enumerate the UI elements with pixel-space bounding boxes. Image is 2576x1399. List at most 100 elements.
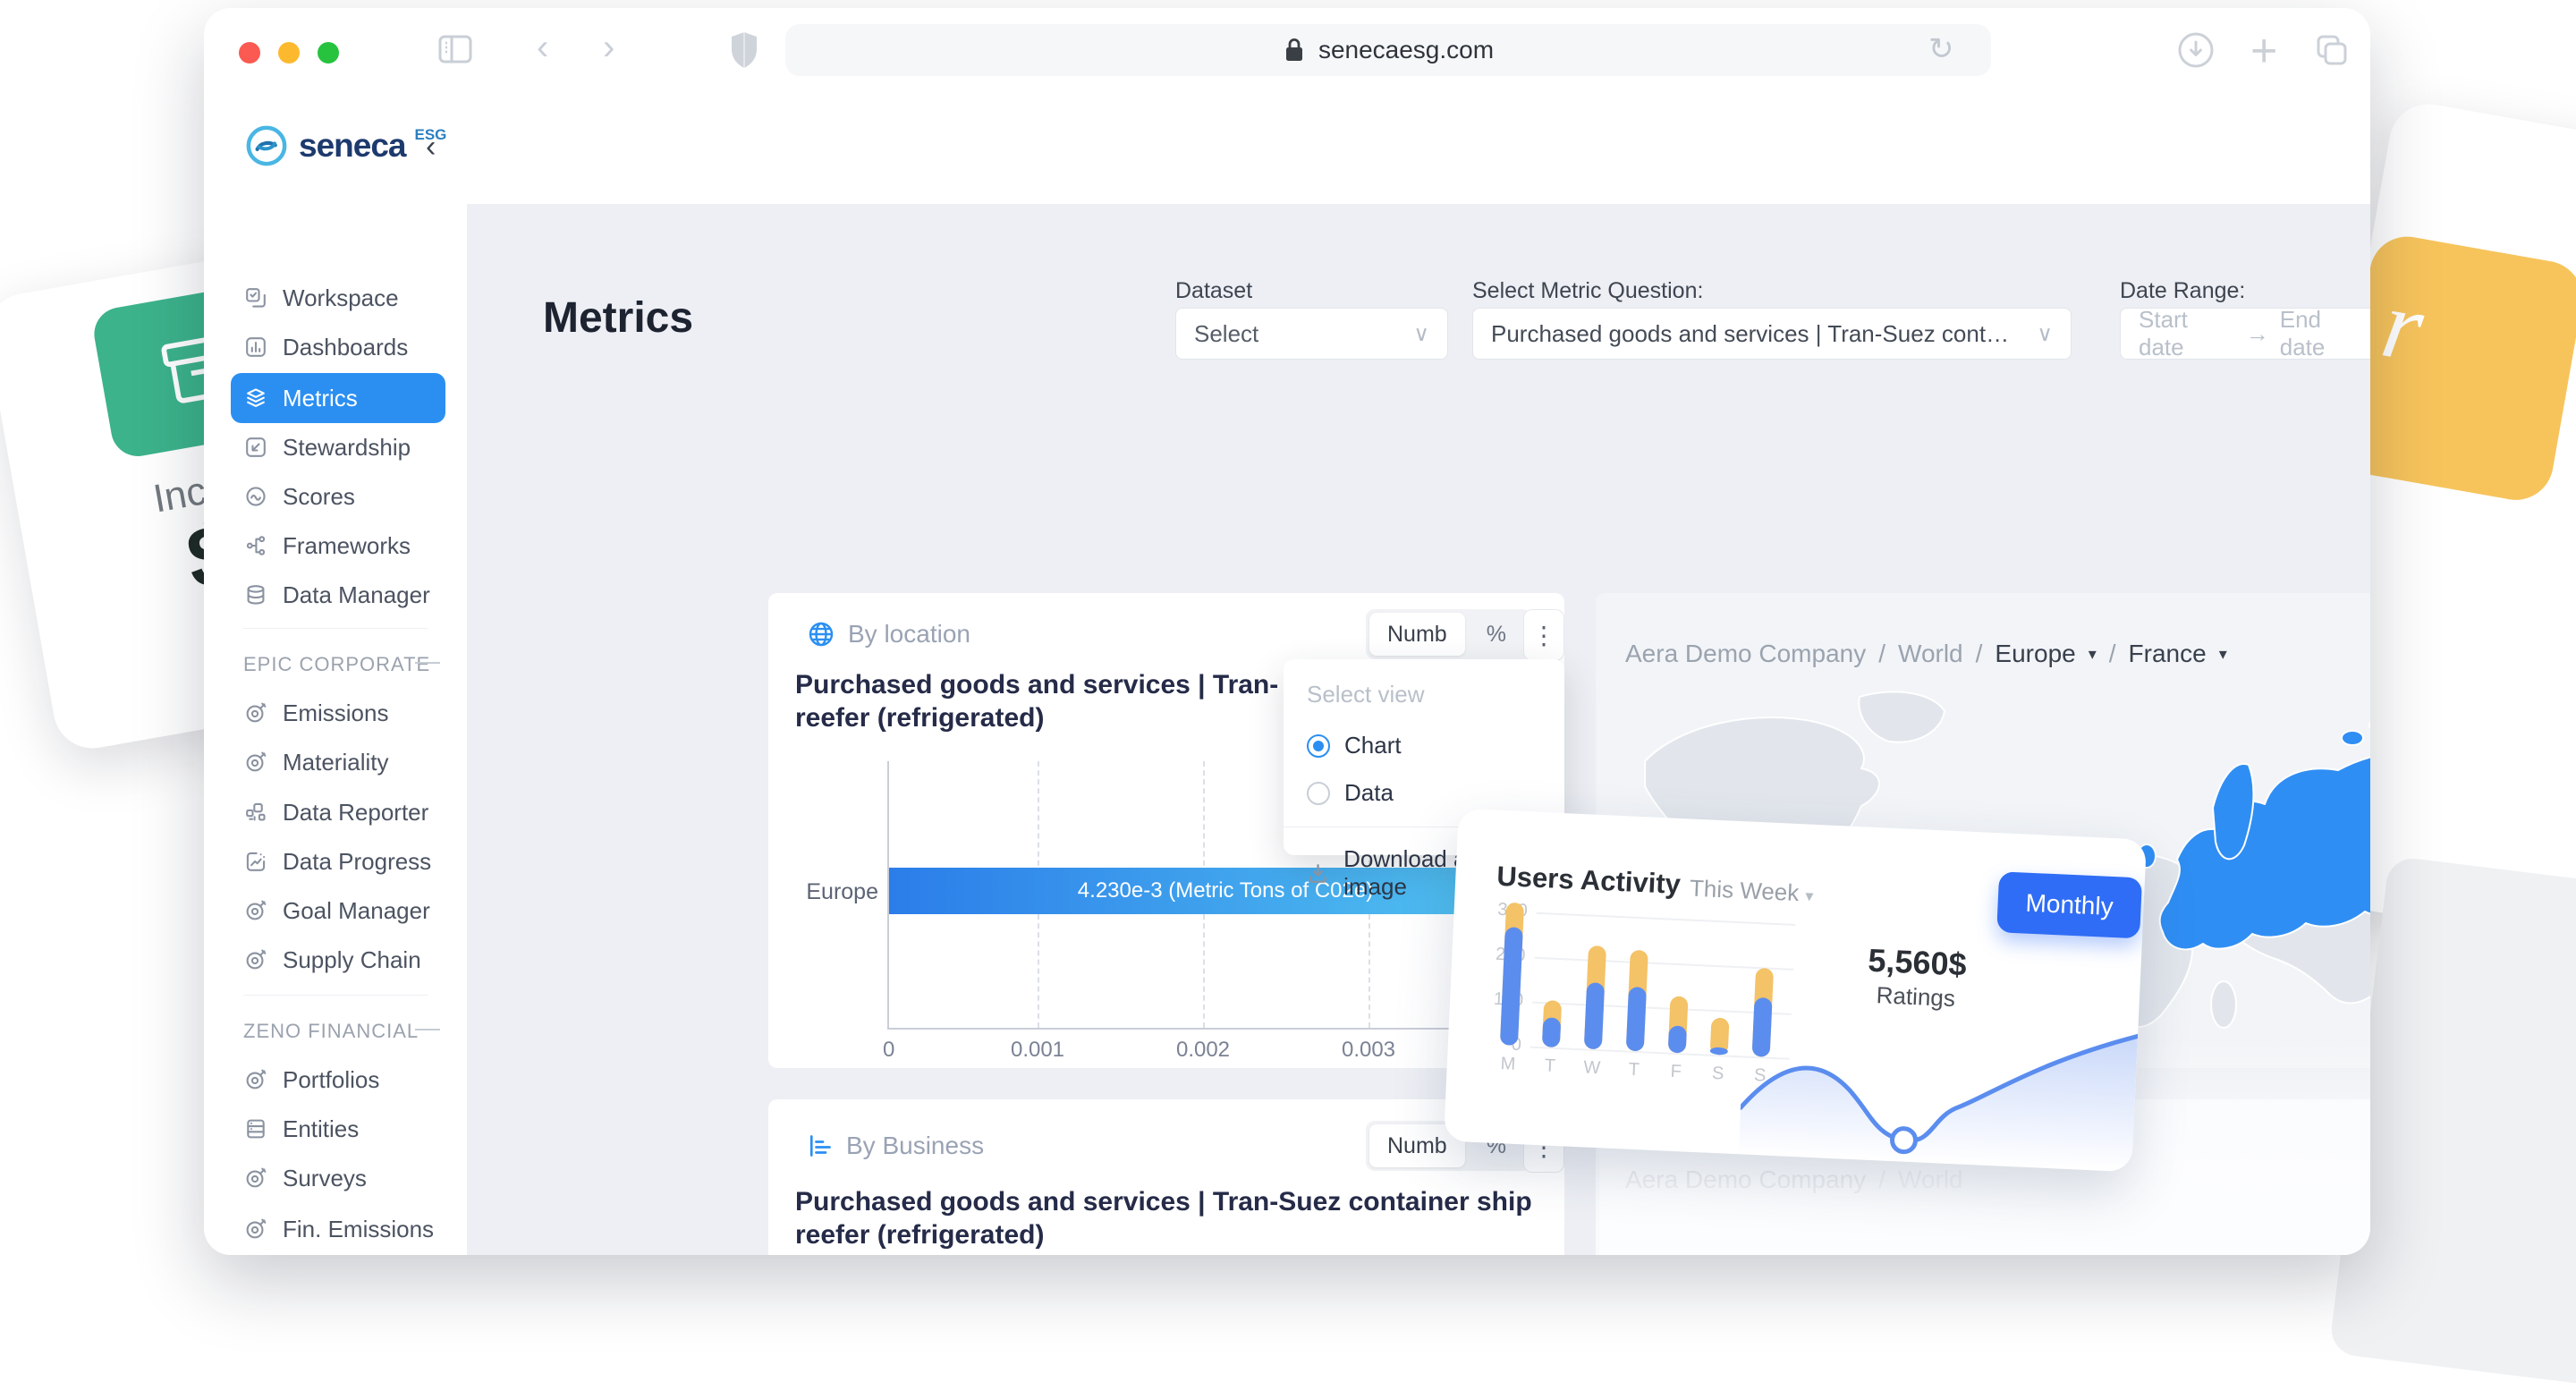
entities-icon: [243, 1116, 268, 1141]
new-tab-icon[interactable]: +: [2250, 24, 2277, 78]
target-icon: [243, 1166, 268, 1191]
sidebar-item-fin-emissions[interactable]: Fin. Emissions: [231, 1204, 445, 1254]
sidebar-item-materiality[interactable]: Materiality: [231, 737, 445, 787]
sidebar-item-label: Portfolios: [283, 1066, 379, 1094]
monthly-button[interactable]: Monthly: [1996, 871, 2142, 938]
downloads-icon[interactable]: [2177, 31, 2215, 69]
page-title: Metrics: [543, 293, 693, 343]
panel-menu-button[interactable]: ⋮: [1523, 609, 1564, 661]
sidebar-toggle-icon[interactable]: [436, 31, 474, 67]
mini-bar-blue: [1668, 1025, 1687, 1053]
mini-day-label: F: [1666, 1062, 1685, 1083]
section-label-epic-corporate: EPIC CORPORATE: [243, 653, 430, 676]
metric-question-label: Select Metric Question:: [1472, 278, 1703, 304]
date-range-label: Date Range:: [2120, 278, 2245, 304]
mini-bar-blue: [1584, 982, 1605, 1049]
target-icon: [243, 1067, 268, 1092]
minimize-window-button[interactable]: [278, 42, 300, 64]
mini-bar-blue: [1542, 1017, 1561, 1047]
sidebar-item-supply-chain[interactable]: Supply Chain: [231, 935, 445, 985]
unit-toggle[interactable]: Numb %: [1366, 609, 1531, 659]
tab-overview-icon[interactable]: [2313, 31, 2351, 69]
sidebar-item-workspace[interactable]: Workspace: [231, 273, 445, 323]
seneca-logo-icon: [243, 123, 290, 169]
sidebar-item-label: Supply Chain: [283, 946, 421, 974]
back-button[interactable]: ‹: [537, 30, 548, 65]
sidebar-item-label: Data Manager: [283, 581, 430, 609]
menu-option-chart[interactable]: Chart: [1307, 732, 1541, 759]
dataset-value: Select: [1194, 320, 1258, 348]
target-icon: [243, 947, 268, 972]
menu-option-data[interactable]: Data: [1307, 779, 1541, 807]
sidebar-item-label: Emissions: [283, 700, 388, 727]
reload-icon[interactable]: ↻: [1928, 31, 1954, 67]
sidebar-item-surveys[interactable]: Surveys: [231, 1153, 445, 1203]
sidebar-item-portfolios[interactable]: Portfolios: [231, 1055, 445, 1105]
sidebar-item-label: Surveys: [283, 1165, 367, 1192]
caret-down-icon: ▾: [1805, 886, 1814, 904]
crumb-europe[interactable]: Europe: [1995, 640, 2075, 668]
x-tick: 0.002: [1176, 1038, 1230, 1063]
end-date-placeholder: End date: [2280, 306, 2368, 361]
sidebar-item-emissions[interactable]: Emissions: [231, 688, 445, 738]
caret-down-icon: ▾: [2219, 645, 2227, 664]
logo-text: seneca: [299, 127, 406, 165]
date-range-input[interactable]: Start date → End date: [2120, 308, 2370, 360]
sidebar-item-entities[interactable]: Entities: [231, 1104, 445, 1154]
globe-icon: [807, 620, 835, 649]
map-highlight-europe-russia: [2138, 712, 2370, 949]
forward-button[interactable]: ›: [603, 30, 614, 65]
chart-title-line1: Purchased goods and services | Tran-Suez…: [795, 1185, 1532, 1218]
section-collapse-icon[interactable]: —: [415, 1013, 440, 1042]
mini-day-label: T: [1624, 1059, 1643, 1081]
dataset-label: Dataset: [1175, 278, 1252, 304]
crumb-company[interactable]: Aera Demo Company: [1625, 640, 1866, 668]
sidebar-item-data-manager[interactable]: Data Manager: [231, 570, 445, 620]
mini-day-label: T: [1540, 1056, 1559, 1077]
sidebar-item-metrics[interactable]: Metrics: [231, 373, 445, 423]
sidebar-item-label: Materiality: [283, 749, 388, 776]
sidebar-item-stewardship[interactable]: Stewardship: [231, 422, 445, 472]
decor-yellow-tile: r: [2334, 231, 2576, 506]
sidebar-item-dashboards[interactable]: Dashboards: [231, 322, 445, 372]
menu-option-label: Data: [1344, 779, 1394, 807]
dataset-select[interactable]: Select ∨: [1175, 308, 1448, 360]
app-logo[interactable]: seneca ESG: [243, 123, 446, 169]
chevron-down-icon: ∨: [2037, 321, 2053, 347]
radio-selected-icon[interactable]: [1307, 734, 1330, 758]
crumb-separator: /: [2109, 640, 2116, 668]
panel-label-text: By Business: [846, 1132, 984, 1160]
target-icon: [243, 1217, 268, 1242]
sidebar-item-label: Metrics: [283, 385, 358, 412]
stewardship-icon: [243, 435, 268, 460]
sidebar-item-goal-manager[interactable]: Goal Manager: [231, 886, 445, 936]
metric-question-select[interactable]: Purchased goods and services | Tran-Suez…: [1472, 308, 2072, 360]
mini-day-label: W: [1582, 1057, 1601, 1079]
sidebar-collapse-icon[interactable]: ‹: [426, 130, 436, 165]
crumb-world[interactable]: World: [1898, 640, 1963, 668]
address-bar[interactable]: senecaesg.com: [785, 24, 1991, 76]
sidebar-item-scores[interactable]: Scores: [231, 471, 445, 521]
crumb-separator: /: [1878, 640, 1885, 668]
dashboards-icon: [243, 335, 268, 360]
sidebar: seneca ESG ‹ Workspace Dashboards Metric…: [204, 90, 468, 1255]
mini-bar-blue: [1500, 927, 1523, 1046]
metric-question-value: Purchased goods and services | Tran-Suez…: [1491, 320, 2019, 348]
sidebar-item-data-reporter[interactable]: Data Reporter: [231, 787, 445, 837]
close-window-button[interactable]: [239, 42, 260, 64]
crumb-france[interactable]: France: [2129, 640, 2207, 668]
toggle-percent[interactable]: %: [1465, 622, 1528, 648]
scores-icon: [243, 484, 268, 509]
toggle-number[interactable]: Numb: [1369, 613, 1465, 656]
by-business-label: By Business: [807, 1132, 984, 1160]
lock-icon: [1283, 37, 1306, 64]
section-collapse-icon[interactable]: —: [415, 647, 440, 675]
sidebar-item-data-progress[interactable]: Data Progress: [231, 836, 445, 886]
divider: [243, 628, 428, 629]
maximize-window-button[interactable]: [318, 42, 339, 64]
sidebar-item-frameworks[interactable]: Frameworks: [231, 521, 445, 571]
sidebar-item-label: Data Reporter: [283, 799, 428, 827]
menu-option-label: Chart: [1344, 732, 1402, 759]
shield-icon[interactable]: [726, 30, 762, 71]
radio-icon[interactable]: [1307, 782, 1330, 805]
